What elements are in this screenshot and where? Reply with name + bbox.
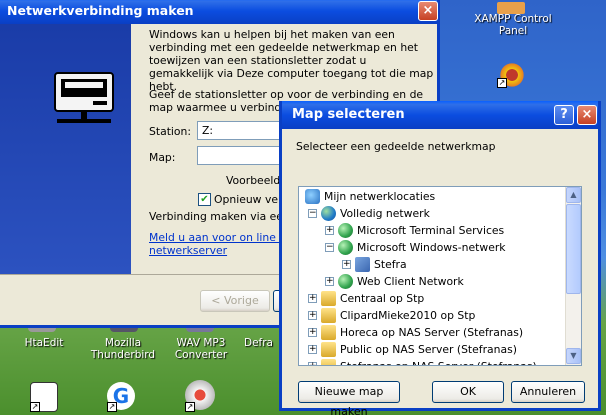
folder-tree[interactable]: Mijn netwerklocaties − Volledig netwerk …: [298, 186, 582, 366]
cancel-button[interactable]: Annuleren: [511, 381, 585, 403]
tree-item-stefra[interactable]: + Stefra: [299, 256, 559, 273]
globe-icon: [321, 206, 336, 221]
expand-icon[interactable]: +: [308, 328, 317, 337]
tree-item-public[interactable]: + Public op NAS Server (Stefranas): [299, 341, 559, 358]
network-share-icon: [321, 308, 336, 323]
expand-icon[interactable]: +: [308, 294, 317, 303]
signup-link-line1[interactable]: Meld u aan voor on line ops: [149, 231, 298, 244]
shortcut-arrow-icon: ↗: [497, 78, 507, 88]
desktop-icon-label-htaedit[interactable]: HtaEdit: [14, 337, 74, 349]
collapse-icon[interactable]: −: [308, 209, 317, 218]
tree-item-label: Volledig netwerk: [340, 207, 430, 220]
tree-item-entire-network[interactable]: − Volledig netwerk: [299, 205, 559, 222]
collapse-icon[interactable]: −: [325, 243, 334, 252]
tree-scrollbar[interactable]: ▲ ▼: [565, 187, 581, 365]
main-window-titlebar[interactable]: Netwerkverbinding maken: [0, 0, 437, 24]
scroll-down-icon[interactable]: ▼: [566, 348, 581, 364]
tree-item-label: ClipardMieke2010 op Stp: [340, 309, 476, 322]
dialog-help-button[interactable]: ?: [554, 105, 574, 125]
network-share-icon: [321, 325, 336, 340]
tree-item-label: Stefra: [374, 258, 407, 271]
map-path-input[interactable]: [197, 146, 287, 165]
desktop-icon-label-xampp[interactable]: XAMPP Control Panel: [470, 13, 556, 37]
shortcut-arrow-icon: ↗: [30, 402, 40, 412]
connect-via-label: Verbinding maken via een: [149, 210, 290, 223]
back-button[interactable]: < Vorige: [200, 290, 270, 312]
expand-icon[interactable]: +: [325, 226, 334, 235]
scroll-up-icon[interactable]: ▲: [566, 187, 581, 203]
network-drive-icon: [54, 72, 114, 123]
signup-link-line2[interactable]: netwerkserver: [149, 244, 227, 257]
tree-item-label: Horeca op NAS Server (Stefranas): [340, 326, 524, 339]
reconnect-checkbox[interactable]: ✔: [198, 193, 211, 206]
expand-icon[interactable]: +: [308, 311, 317, 320]
network-share-icon: [321, 342, 336, 357]
globe-icon: [338, 223, 353, 238]
tree-item-windows-network[interactable]: − Microsoft Windows-netwerk: [299, 239, 559, 256]
reconnect-label: Opnieuw verb: [214, 193, 290, 206]
main-window-close-button[interactable]: ×: [418, 1, 438, 21]
tree-item-horeca[interactable]: + Horeca op NAS Server (Stefranas): [299, 324, 559, 341]
tree-item-my-network-places[interactable]: Mijn netwerklocaties: [299, 188, 559, 205]
connect-via-text: Verbinding maken via een a: [149, 210, 300, 223]
map-label: Map:: [149, 151, 176, 164]
tree-item-label: Mijn netwerklocaties: [324, 190, 436, 203]
tree-item-label: Microsoft Terminal Services: [357, 224, 505, 237]
desktop-icon-label-defra[interactable]: Defra: [244, 337, 280, 349]
desktop-icon-label-thunderbird[interactable]: Mozilla Thunderbird: [88, 337, 158, 361]
expand-icon[interactable]: +: [342, 260, 351, 269]
tree-item-label: Stefranas op NAS Server (Stefranas): [338, 358, 539, 365]
expand-icon[interactable]: +: [325, 277, 334, 286]
tree-item-terminal-services[interactable]: + Microsoft Terminal Services: [299, 222, 559, 239]
globe-icon: [338, 240, 353, 255]
tree-item-clipardmieke[interactable]: + ClipardMieke2010 op Stp: [299, 307, 559, 324]
dialog-title: Map selecteren: [292, 107, 405, 122]
network-share-icon: [321, 359, 336, 365]
expand-icon[interactable]: +: [308, 345, 317, 354]
dialog-instruction: Selecteer een gedeelde netwerkmap: [296, 140, 496, 153]
dialog-titlebar[interactable]: Map selecteren: [282, 101, 598, 129]
new-folder-button[interactable]: Nieuwe map maken: [298, 381, 400, 415]
tree-item-stefranas[interactable]: + Stefranas op NAS Server (Stefranas): [299, 358, 559, 365]
intro-text: Windows kan u helpen bij het maken van e…: [149, 28, 434, 93]
network-share-icon: [321, 291, 336, 306]
network-places-icon: [305, 189, 320, 204]
tree-item-label: Centraal op Stp: [340, 292, 425, 305]
desktop-icon-label-wavmp3[interactable]: WAV MP3 Converter: [166, 337, 236, 361]
scroll-thumb[interactable]: [566, 204, 581, 294]
globe-icon: [338, 274, 353, 289]
shortcut-arrow-icon: ↗: [107, 402, 117, 412]
tree-item-web-client[interactable]: + Web Client Network: [299, 273, 559, 290]
station-select[interactable]: Z:: [197, 121, 287, 140]
dialog-close-button[interactable]: ×: [577, 105, 597, 125]
workgroup-computers-icon: [355, 257, 370, 272]
main-window-title: Netwerkverbinding maken: [7, 3, 194, 18]
tree-item-label: Microsoft Windows-netwerk: [357, 241, 506, 254]
ok-button[interactable]: OK: [432, 381, 504, 403]
wizard-side-panel: [0, 24, 131, 274]
shortcut-arrow-icon: ↗: [185, 402, 195, 412]
tree-item-label: Public op NAS Server (Stefranas): [340, 343, 517, 356]
expand-icon[interactable]: +: [308, 362, 317, 365]
tree-item-label: Web Client Network: [357, 275, 464, 288]
station-label: Station:: [149, 125, 192, 138]
tree-item-centraal[interactable]: + Centraal op Stp: [299, 290, 559, 307]
select-folder-dialog: Map selecteren ? × Selecteer een gedeeld…: [279, 101, 601, 415]
